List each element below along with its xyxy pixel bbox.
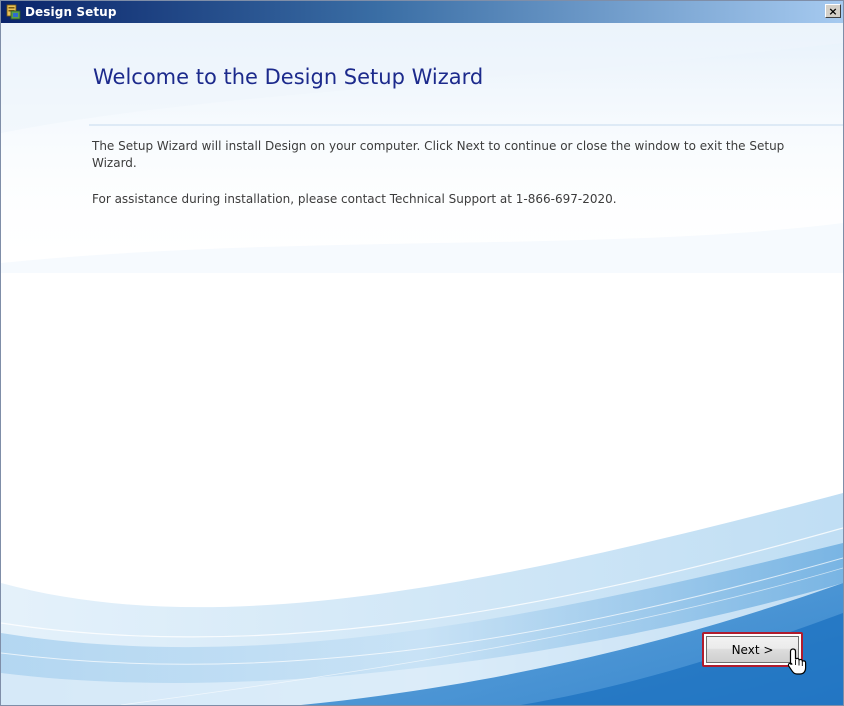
window-title: Design Setup bbox=[25, 5, 117, 19]
support-text: For assistance during installation, plea… bbox=[92, 192, 617, 206]
setup-window: Design Setup × Welcome to the Design Set… bbox=[0, 0, 844, 706]
hand-pointer-icon bbox=[787, 648, 807, 675]
wizard-content: Welcome to the Design Setup Wizard The S… bbox=[1, 23, 843, 705]
close-icon: × bbox=[828, 4, 838, 18]
installer-icon bbox=[5, 4, 21, 20]
intro-text: The Setup Wizard will install Design on … bbox=[92, 139, 785, 170]
close-button[interactable]: × bbox=[825, 4, 841, 18]
page-title: Welcome to the Design Setup Wizard bbox=[93, 65, 484, 89]
background-graphic bbox=[1, 23, 843, 705]
title-bar[interactable]: Design Setup × bbox=[1, 1, 843, 23]
next-button-label: Next > bbox=[706, 636, 799, 663]
